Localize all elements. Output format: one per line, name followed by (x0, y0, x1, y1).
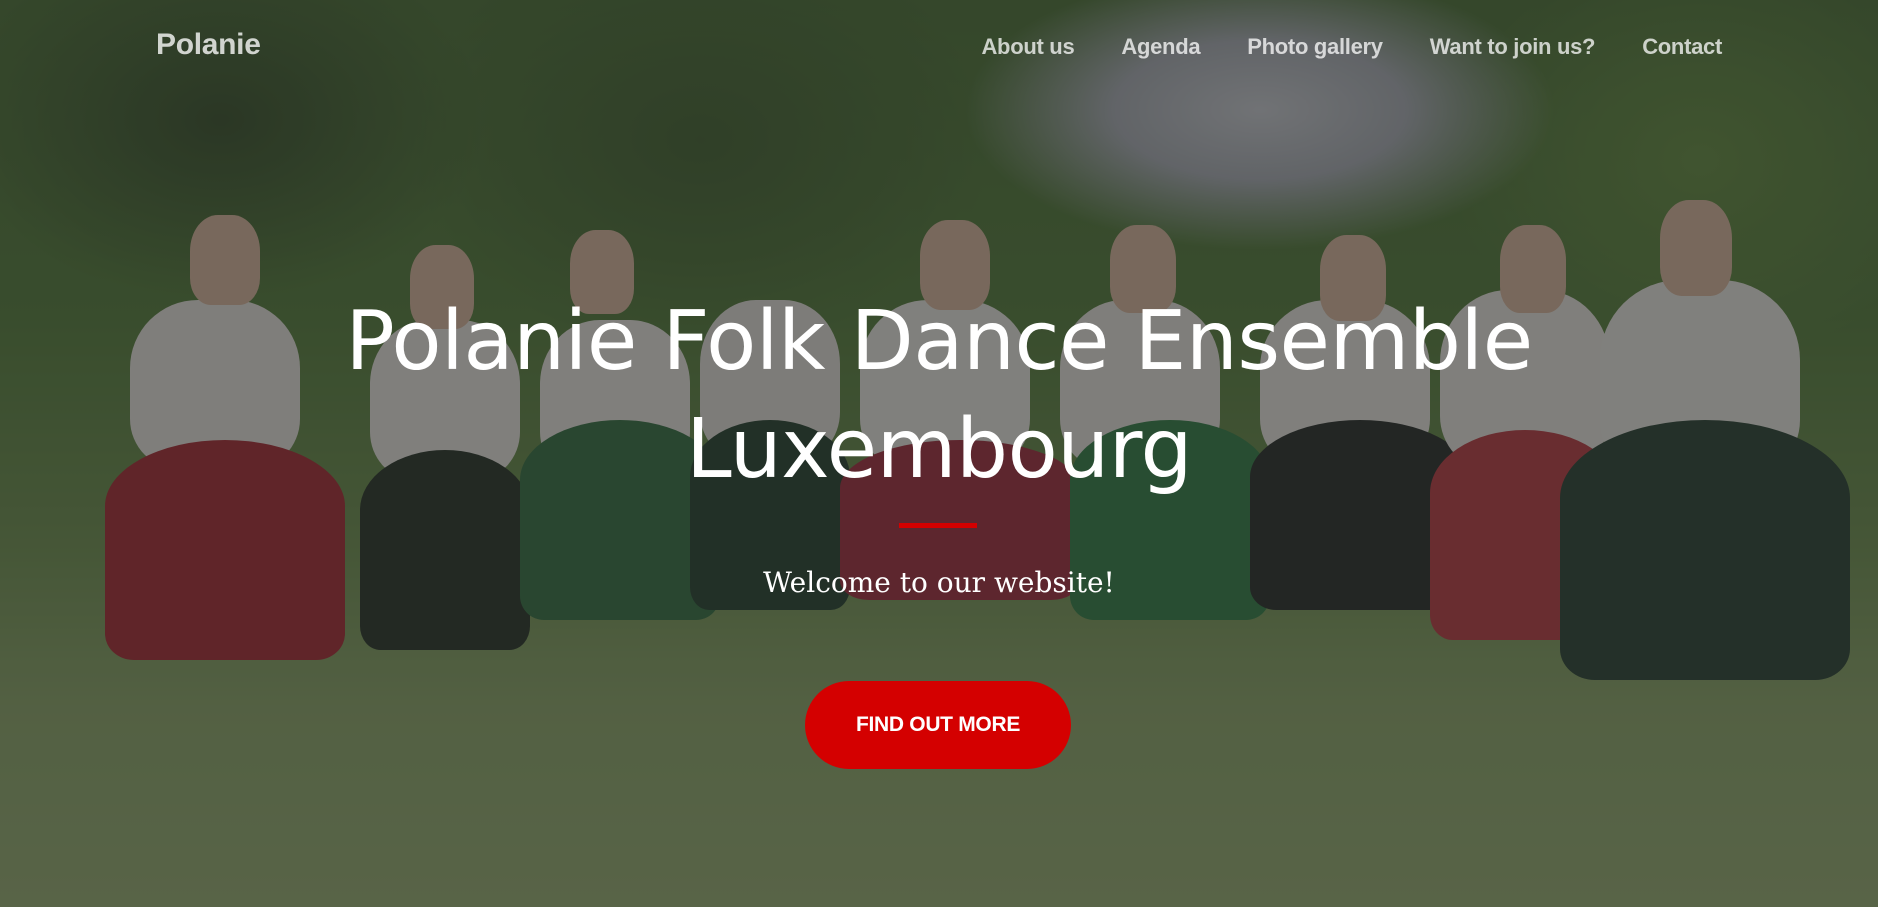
hero-title-line-2: Luxembourg (685, 402, 1193, 497)
nav-item-gallery: Photo gallery (1247, 34, 1383, 60)
nav-item-contact: Contact (1642, 34, 1722, 60)
hero-title-line-1: Polanie Folk Dance Ensemble (345, 294, 1533, 389)
hero-tagline: Welcome to our website! (763, 566, 1115, 599)
hero-title: Polanie Folk Dance Ensemble Luxembourg (0, 288, 1878, 504)
nav-link-agenda[interactable]: Agenda (1121, 34, 1200, 59)
nav-item-join: Want to join us? (1430, 34, 1596, 60)
hero-section: Polanie About us Agenda Photo gallery Wa… (0, 0, 1878, 907)
nav-link-photo-gallery[interactable]: Photo gallery (1247, 34, 1383, 59)
nav-menu: About us Agenda Photo gallery Want to jo… (981, 34, 1722, 60)
find-out-more-button[interactable]: FIND OUT MORE (805, 681, 1071, 769)
nav-item-about: About us (981, 34, 1074, 60)
title-divider (899, 523, 977, 528)
nav-link-about-us[interactable]: About us (981, 34, 1074, 59)
brand-logo-link[interactable]: Polanie (156, 28, 261, 62)
nav-link-contact[interactable]: Contact (1642, 34, 1722, 59)
nav-link-join-us[interactable]: Want to join us? (1430, 34, 1596, 59)
nav-item-agenda: Agenda (1121, 34, 1200, 60)
top-navigation: Polanie About us Agenda Photo gallery Wa… (0, 0, 1878, 96)
